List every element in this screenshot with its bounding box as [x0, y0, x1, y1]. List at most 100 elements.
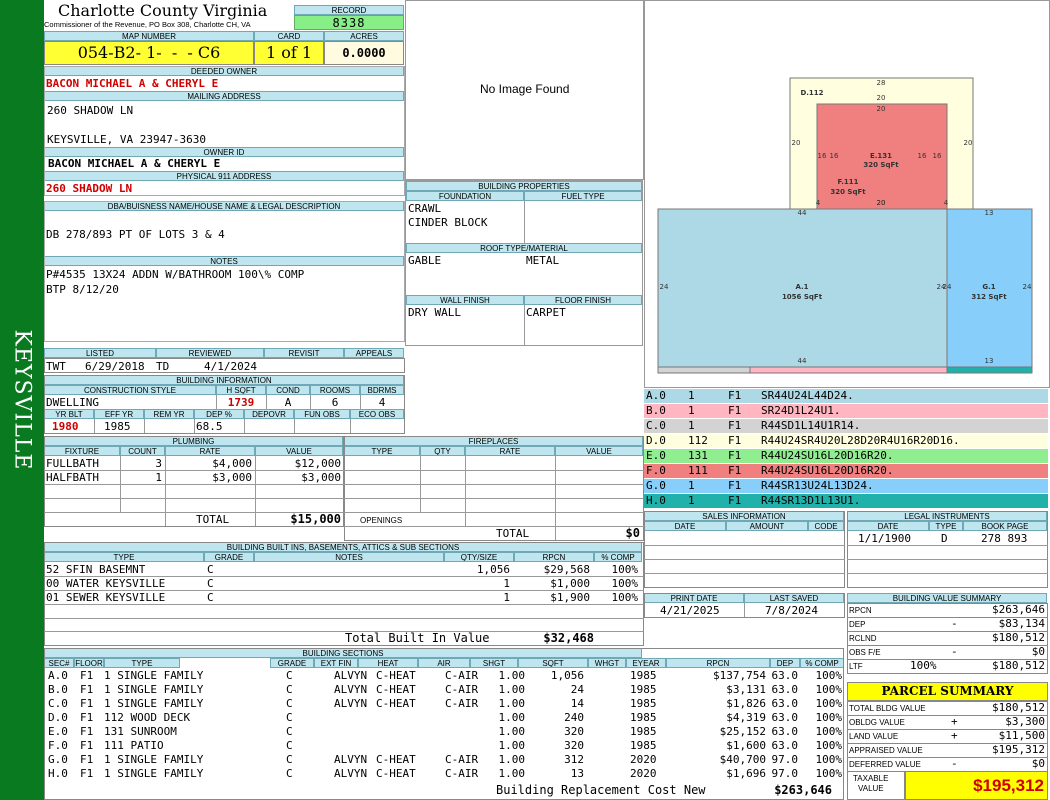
legend-code: 131: [688, 449, 708, 462]
parcel-value: $3,300: [1005, 715, 1045, 728]
card-number: 1 of 1: [254, 41, 324, 65]
sketch-dimension: 20: [792, 139, 801, 147]
legend-floor: F1: [728, 479, 742, 492]
legend-row: H.0 1 F1 R44SR13D1L13U1.: [644, 494, 1048, 508]
sketch-label: 320 SqFt: [863, 161, 899, 169]
legend-sec: E.0: [646, 449, 666, 462]
building-value-summary-label: BUILDING VALUE SUMMARY: [847, 593, 1047, 603]
legend-row: G.0 1 F1 R44SR13U24L13D24.: [644, 479, 1048, 493]
parcel-key: DEFERRED VALUE: [849, 760, 921, 769]
sketch-dimension: 20: [877, 105, 886, 113]
legend-code: 1: [688, 404, 695, 417]
parcel-value: $195,312: [992, 743, 1045, 756]
building-sketch: D.112E.131320 SqFtF.111320 SqFtA.11056 S…: [657, 77, 1033, 374]
bvs-value: $263,646: [992, 603, 1045, 616]
sidebar: KEYSVILLE: [0, 0, 44, 800]
parcel-summary-label: PARCEL SUMMARY: [847, 682, 1048, 701]
legend-desc: SR24D1L24U1.: [761, 404, 841, 417]
sketch-label: 1056 SqFt: [782, 293, 823, 301]
sketch-dimension: 24: [660, 283, 669, 291]
legend-floor: F1: [728, 434, 742, 447]
sketch-dimension: 24: [1023, 283, 1032, 291]
legend-sec: G.0: [646, 479, 666, 492]
legend-code: 111: [688, 464, 708, 477]
bvs-value: $180,512: [992, 631, 1045, 644]
taxable-label-2: VALUE: [858, 784, 884, 793]
sidebar-town-name: KEYSVILLE: [9, 329, 35, 471]
legend-sec: C.0: [646, 419, 666, 432]
legend-row: E.0 131 F1 R44U24SU16L20D16R20.: [644, 449, 1048, 463]
parcel-value: $11,500: [998, 729, 1045, 742]
record-label: RECORD: [294, 5, 404, 15]
legend-floor: F1: [728, 494, 742, 507]
sketch-dimension: 16: [918, 152, 927, 160]
legend-sec: D.0: [646, 434, 666, 447]
sketch-dimension: 16: [933, 152, 942, 160]
legend-floor: F1: [728, 404, 742, 417]
sketch-label: E.131: [870, 152, 892, 160]
record-number: 8338: [294, 15, 404, 30]
bvs-key: LTF: [849, 662, 863, 671]
sketch-label: A.1: [795, 283, 808, 291]
sketch-label: G.1: [982, 283, 995, 291]
sketch-dimension: 13: [985, 209, 994, 217]
bvs-pct: 100%: [910, 659, 937, 672]
sketch-dimension: 28: [877, 79, 886, 87]
no-image-text: No Image Found: [480, 82, 570, 96]
acres-label: ACRES: [324, 31, 404, 41]
legend-desc: R44SD1L14U1R14.: [761, 419, 861, 432]
legend-row: B.0 1 F1 SR24D1L24U1.: [644, 404, 1048, 418]
legend-sec: A.0: [646, 389, 666, 402]
acres-value: 0.0000: [324, 41, 404, 65]
legend-row: C.0 1 F1 R44SD1L14U1R14.: [644, 419, 1048, 433]
sketch-dimension: 4: [816, 199, 821, 207]
bvs-value: $180,512: [992, 659, 1045, 672]
map-number-label: MAP NUMBER: [44, 31, 254, 41]
bvs-key: DEP: [849, 620, 866, 629]
county-title: Charlotte County Virginia: [58, 1, 268, 20]
legend-desc: R44SR13U24L13D24.: [761, 479, 874, 492]
legend-code: 1: [688, 419, 695, 432]
legend-code: 1: [688, 494, 695, 507]
legend-code: 1: [688, 389, 695, 402]
commissioner-subtitle: Commissioner of the Revenue, PO Box 308,…: [44, 20, 251, 29]
sketch-dimension: 4: [944, 199, 949, 207]
parcel-key: OBLDG VALUE: [849, 718, 905, 727]
sketch-dimension: 44: [798, 357, 807, 365]
owner-box: [44, 66, 405, 196]
legend-desc: R44SR13D1L13U1.: [761, 494, 861, 507]
listed-label: LISTED: [44, 348, 156, 358]
bvs-key: RCLND: [849, 634, 877, 643]
legend-code: 112: [688, 434, 708, 447]
legend-desc: R44U24SU16L20D16R20.: [761, 464, 894, 477]
legal-notes-box: [44, 201, 405, 342]
sketch-label: 312 SqFt: [971, 293, 1007, 301]
legend-sec: H.0: [646, 494, 666, 507]
legend-floor: F1: [728, 464, 742, 477]
sketch-dimension: 16: [830, 152, 839, 160]
bvs-value: $83,134: [998, 617, 1045, 630]
bvs-value: $0: [1031, 645, 1045, 658]
legend-sec: B.0: [646, 404, 666, 417]
sketch-label: 320 SqFt: [830, 188, 866, 196]
sketch-dimension: 20: [964, 139, 973, 147]
building-properties-box: [405, 180, 643, 346]
legend-desc: R44U24SR4U20L28D20R4U16R20D16.: [761, 434, 960, 447]
legend-desc: SR44U24L44D24.: [761, 389, 854, 402]
legend-row: D.0 112 F1 R44U24SR4U20L28D20R4U16R20D16.: [644, 434, 1048, 448]
bvs-key: RPCN: [849, 606, 872, 615]
reviewed-label: REVIEWED: [156, 348, 264, 358]
legend-code: 1: [688, 479, 695, 492]
sketch-label: D.112: [800, 89, 823, 97]
sketch-dimension: 24: [943, 283, 952, 291]
sketch-dimension: 16: [818, 152, 827, 160]
sketch-dimension: 20: [877, 94, 886, 102]
legend-floor: F1: [728, 389, 742, 402]
bvs-key: OBS F/E: [849, 648, 881, 657]
sketch-dimension: 20: [877, 199, 886, 207]
legend-row: F.0 111 F1 R44U24SU16L20D16R20.: [644, 464, 1048, 478]
sketch-section-h: [946, 366, 1033, 374]
parcel-key: LAND VALUE: [849, 732, 899, 741]
revisit-label: REVISIT: [264, 348, 344, 358]
sketch-dimension: 44: [798, 209, 807, 217]
